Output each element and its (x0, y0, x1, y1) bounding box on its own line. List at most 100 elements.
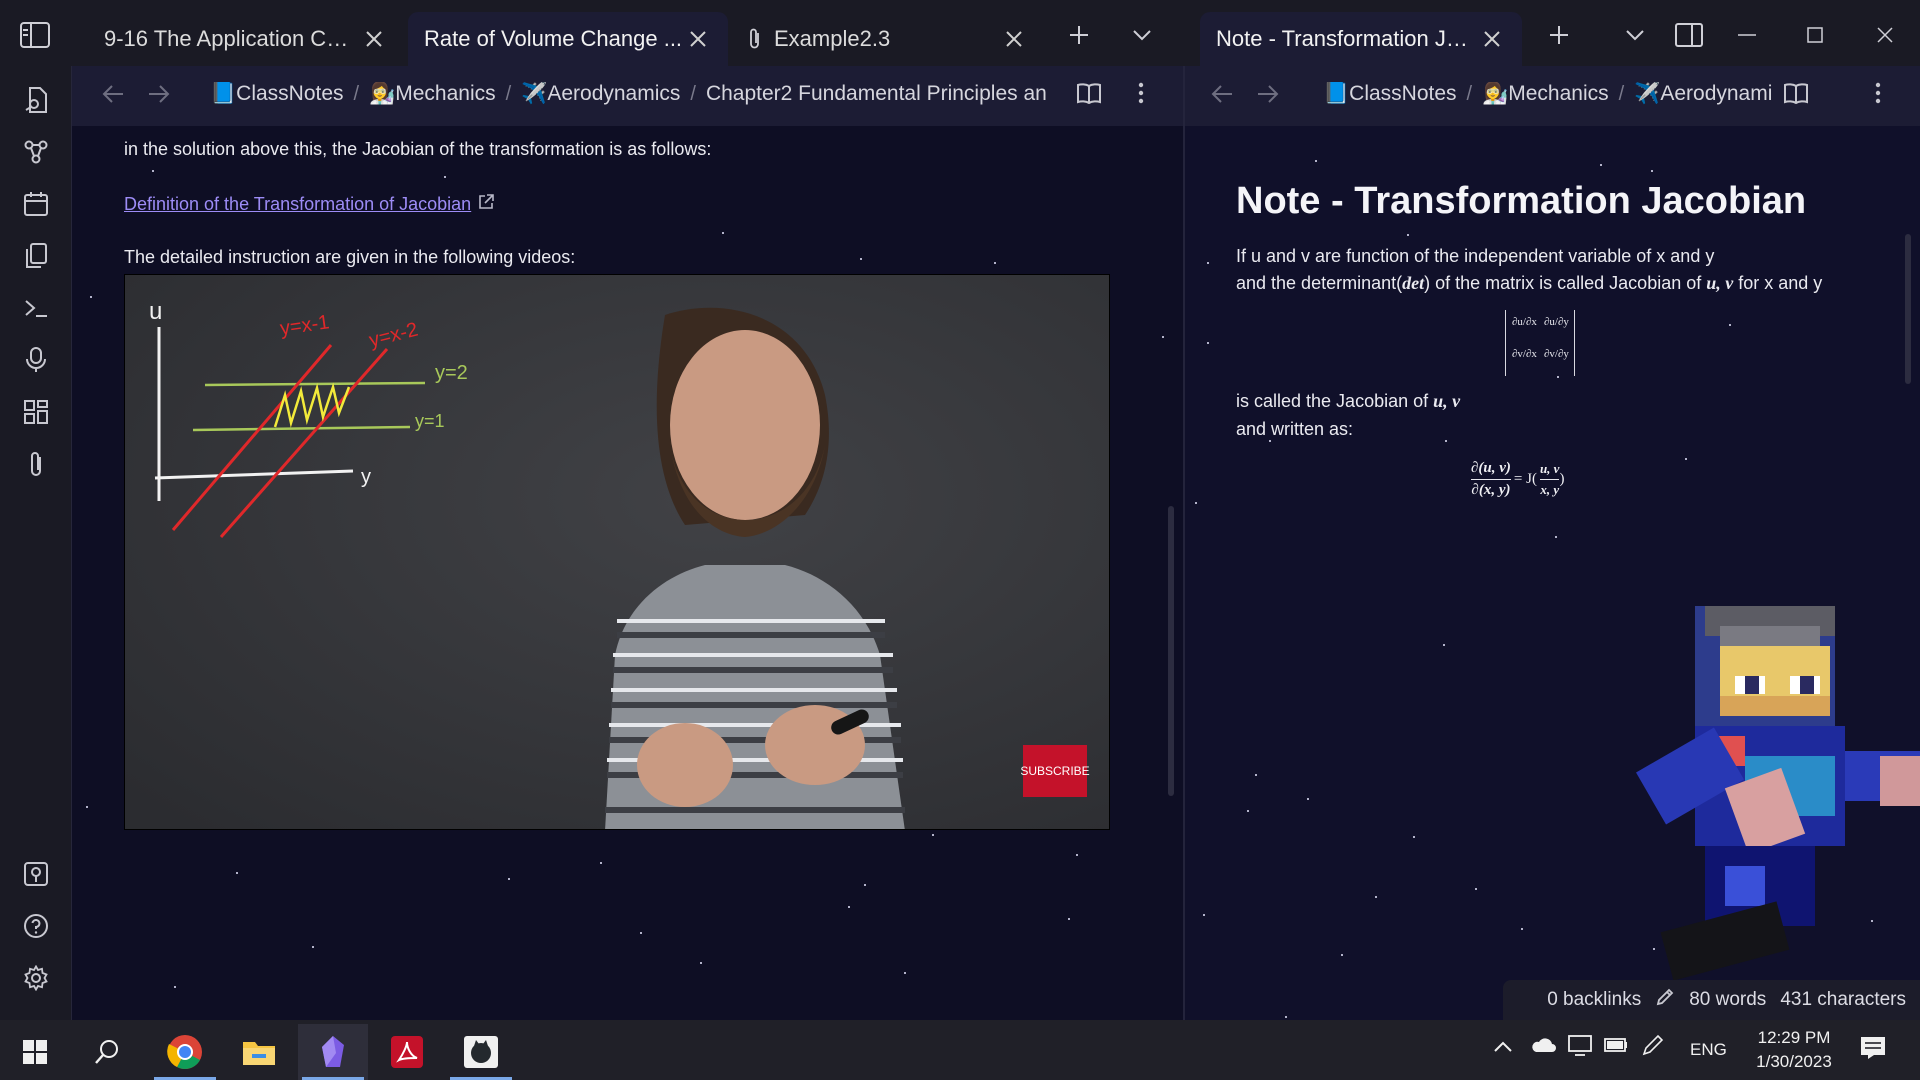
tab-application-con[interactable]: 9-16 The Application Con... (88, 12, 404, 66)
more-options-icon[interactable] (1875, 82, 1881, 109)
tab-rate-of-volume-change[interactable]: Rate of Volume Change ... (408, 12, 728, 66)
breadcrumb-item[interactable]: 📘ClassNotes (210, 82, 344, 106)
scrollbar[interactable] (1905, 234, 1911, 384)
text-run: and the determinant( (1236, 273, 1403, 293)
note-paragraph: The detailed instruction are given in th… (124, 247, 576, 267)
forward-arrow-icon[interactable] (1257, 84, 1279, 109)
open-quick-switcher-icon[interactable] (18, 82, 54, 118)
note-title: Note - Transformation Jacobian (1236, 180, 1807, 222)
reading-view-icon[interactable] (1076, 82, 1102, 109)
reading-view-icon[interactable] (1783, 82, 1809, 109)
note-paragraph: and written as: (1236, 419, 1354, 439)
forward-arrow-icon[interactable] (148, 84, 170, 109)
breadcrumb: 📘ClassNotes / 👩‍🔬Mechanics / ✈️Aerodynamic (1323, 82, 1771, 106)
formula-close: ) (1559, 471, 1565, 487)
paperclip-icon (748, 28, 774, 50)
right-sidebar-toggle-icon[interactable] (1672, 18, 1706, 52)
character-count: 431 characters (1780, 989, 1906, 1010)
chrome-icon[interactable] (150, 1024, 220, 1080)
math-uv: u, v (1706, 273, 1734, 293)
new-tab-icon[interactable] (1542, 18, 1576, 52)
word-count: 80 words (1689, 989, 1767, 1010)
file-explorer-icon[interactable] (224, 1024, 294, 1080)
pen-icon[interactable] (1642, 1034, 1664, 1061)
matrix-entry: ∂u/∂y (1544, 316, 1569, 328)
calendar-icon[interactable] (18, 186, 54, 222)
clock[interactable]: 12:29 PM 1/30/2023 (1748, 1026, 1840, 1074)
board-label-u: u (149, 298, 162, 325)
breadcrumb-item[interactable]: Chapter2 Fundamental Principles an (706, 82, 1047, 106)
vault-switcher-icon[interactable] (18, 856, 54, 892)
settings-gear-icon[interactable] (18, 960, 54, 996)
onedrive-cloud-icon[interactable] (1530, 1036, 1556, 1059)
close-icon[interactable] (1478, 25, 1506, 53)
matrix-entry: ∂v/∂y (1544, 348, 1569, 360)
graph-view-icon[interactable] (18, 134, 54, 170)
scrollbar[interactable] (1168, 506, 1174, 796)
acrobat-icon[interactable] (372, 1024, 442, 1080)
nav-header: 📘ClassNotes / 👩‍🔬Mechanics / ✈️Aerodynamic… (72, 66, 1184, 126)
left-editor-pane: 📘ClassNotes / 👩‍🔬Mechanics / ✈️Aerodynamic… (72, 66, 1184, 1020)
close-icon[interactable] (1000, 25, 1028, 53)
pixel-character-image (1636, 606, 1920, 981)
link-text[interactable]: Definition of the Transformation of Jaco… (124, 194, 471, 215)
more-options-icon[interactable] (1138, 82, 1144, 109)
note-paragraph: in the solution above this, the Jacobian… (124, 139, 712, 159)
breadcrumb-item[interactable]: 👩‍🔬Mechanics (1482, 82, 1609, 106)
new-tab-icon[interactable] (1062, 18, 1096, 52)
microphone-icon[interactable] (18, 342, 54, 378)
terminal-icon[interactable] (18, 290, 54, 326)
breadcrumb: 📘ClassNotes / 👩‍🔬Mechanics / ✈️Aerodynamic… (210, 82, 1047, 106)
breadcrumb-item[interactable]: ✈️Aerodynamics (521, 82, 680, 106)
copy-files-icon[interactable] (18, 238, 54, 274)
chevron-down-icon[interactable] (1125, 18, 1159, 52)
backlinks-count[interactable]: 0 backlinks (1547, 989, 1641, 1011)
monitor-update-icon[interactable] (1568, 1034, 1592, 1061)
battery-icon[interactable] (1604, 1036, 1628, 1059)
back-arrow-icon[interactable] (1211, 84, 1233, 109)
internal-link[interactable]: Definition of the Transformation of Jaco… (124, 193, 495, 216)
embedded-video[interactable]: u y y=x-1 y=x-2 y=2 y=1 SUBSCRIBE (124, 274, 1110, 830)
board-label-line4: y=1 (415, 411, 445, 431)
close-icon[interactable] (684, 25, 712, 53)
tab-note-transformation-jacobian[interactable]: Note - Transformation Jac... (1200, 12, 1522, 66)
windows-start-icon[interactable] (0, 1024, 70, 1080)
breadcrumb-item[interactable]: ✈️Aerodynamic (1634, 82, 1771, 106)
formula-numerator: ∂(u, v) (1471, 460, 1511, 476)
dashboard-icon[interactable] (18, 394, 54, 430)
close-window-icon[interactable] (1868, 18, 1902, 52)
maximize-icon[interactable] (1798, 18, 1832, 52)
tab-example2-3[interactable]: Example2.3 (732, 12, 1044, 66)
note-paragraph: and the determinant(det) of the matrix i… (1236, 273, 1822, 294)
obsidian-icon[interactable] (298, 1024, 368, 1080)
nav-header: 📘ClassNotes / 👩‍🔬Mechanics / ✈️Aerodynamic (1185, 66, 1920, 126)
back-arrow-icon[interactable] (102, 84, 124, 109)
matrix-entry: ∂u/∂x (1512, 316, 1537, 328)
board-label-y: y (361, 466, 371, 488)
status-bar: 0 backlinks 80 words 431 characters (1503, 980, 1920, 1020)
sidebar-toggle-icon[interactable] (18, 18, 52, 52)
tab-label: Rate of Volume Change ... (424, 26, 683, 51)
breadcrumb-item[interactable]: 📘ClassNotes (1323, 82, 1457, 106)
ribbon (0, 66, 72, 1020)
tab-label: Note - Transformation Jac... (1216, 26, 1478, 51)
minimize-icon[interactable] (1730, 18, 1764, 52)
right-editor-pane: 📘ClassNotes / 👩‍🔬Mechanics / ✈️Aerodynamic… (1185, 66, 1920, 1020)
chevron-down-icon[interactable] (1618, 18, 1652, 52)
external-link-icon (477, 193, 495, 216)
breadcrumb-item[interactable]: 👩‍🔬Mechanics (369, 82, 496, 106)
tab-label: 9-16 The Application Con... (104, 26, 360, 51)
language-indicator[interactable]: ENG (1690, 1040, 1727, 1060)
pencil-icon[interactable] (1655, 987, 1675, 1013)
subscribe-button[interactable]: SUBSCRIBE (1020, 764, 1089, 778)
paperclip-icon[interactable] (18, 446, 54, 482)
close-icon[interactable] (360, 25, 388, 53)
notifications-icon[interactable] (1860, 1036, 1886, 1065)
github-desktop-icon[interactable] (446, 1024, 516, 1080)
note-paragraph: If u and v are function of the independe… (1236, 246, 1715, 266)
formula-arg-den: x, y (1540, 482, 1560, 497)
jacobian-formula: ∂(u, v) ∂(x, y) = J( u, v x, y ) (1471, 460, 1564, 499)
search-icon[interactable] (72, 1024, 142, 1080)
chevron-up-icon[interactable] (1494, 1038, 1512, 1058)
help-icon[interactable] (18, 908, 54, 944)
